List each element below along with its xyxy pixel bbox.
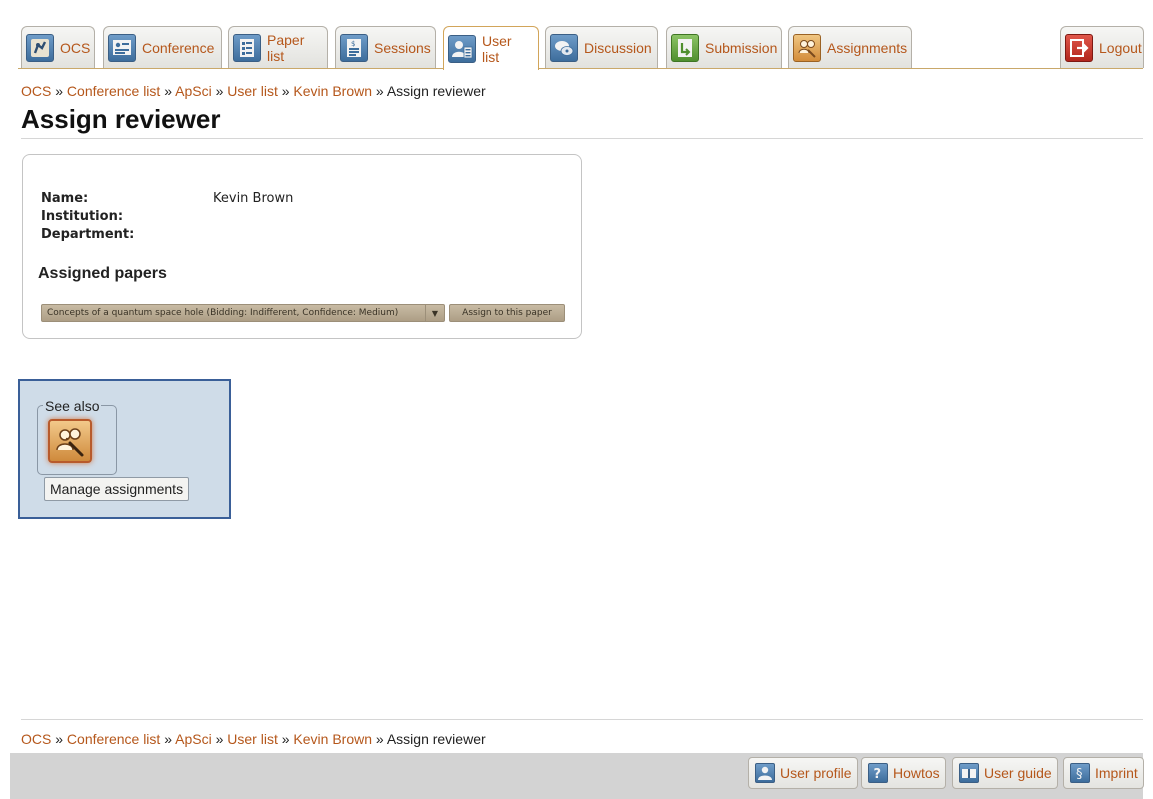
breadcrumb-separator: »: [375, 83, 384, 99]
tab-label: Paper list: [267, 31, 305, 64]
breadcrumb-link-user[interactable]: Kevin Brown: [293, 83, 372, 99]
assign-to-paper-button[interactable]: Assign to this paper: [449, 304, 565, 322]
breadcrumb-link-user-list[interactable]: User list: [227, 731, 278, 747]
assigned-papers-heading: Assigned papers: [38, 265, 167, 282]
page-title: Assign reviewer: [21, 104, 221, 134]
imprint-label: Imprint: [1095, 765, 1138, 781]
tab-paper-list[interactable]: Paper list: [228, 26, 328, 68]
ocs-logo-icon: [26, 33, 54, 62]
breadcrumb-separator: »: [55, 731, 64, 747]
breadcrumb-link-conference-list[interactable]: Conference list: [67, 731, 160, 747]
section-icon: §: [1070, 763, 1090, 783]
tab-logout[interactable]: Logout: [1060, 26, 1144, 68]
tab-label: Sessions: [374, 39, 431, 56]
name-value: Kevin Brown: [213, 191, 294, 206]
paper-select-value: Concepts of a quantum space hole (Biddin…: [47, 308, 399, 318]
submission-icon: [671, 33, 699, 62]
user-details-card: Name: Kevin Brown Institution: Departmen…: [22, 154, 582, 339]
see-also-legend: See also: [43, 398, 102, 414]
breadcrumb-separator: »: [164, 83, 172, 99]
book-icon: [959, 763, 979, 783]
breadcrumb-separator: »: [375, 731, 384, 747]
breadcrumb-current: Assign reviewer: [386, 83, 486, 99]
howtos-button[interactable]: ? Howtos: [861, 757, 946, 789]
paper-select[interactable]: Concepts of a quantum space hole (Biddin…: [41, 304, 445, 322]
tab-ocs[interactable]: OCS: [21, 26, 95, 68]
tab-discussion[interactable]: Discussion: [545, 26, 658, 68]
conference-icon: [108, 33, 136, 62]
help-icon: ?: [868, 763, 888, 783]
logout-icon: [1065, 33, 1093, 62]
breadcrumb-current: Assign reviewer: [386, 731, 486, 747]
discussion-icon: [550, 33, 578, 62]
institution-label: Institution:: [41, 209, 124, 224]
tabbar-baseline: [18, 68, 1143, 69]
footer-divider: [21, 719, 1143, 720]
breadcrumb-separator: »: [164, 731, 172, 747]
tab-label: Submission: [705, 39, 778, 56]
manage-assignments-tooltip: Manage assignments: [44, 477, 190, 501]
manage-assignments-icon[interactable]: [48, 419, 92, 463]
breadcrumb-link-user-list[interactable]: User list: [227, 83, 278, 99]
breadcrumb-link-ocs[interactable]: OCS: [21, 731, 51, 747]
breadcrumb-separator: »: [281, 731, 290, 747]
paper-list-icon: [233, 33, 261, 62]
breadcrumb: OCS » Conference list » ApSci » User lis…: [21, 83, 486, 99]
breadcrumb-separator: »: [215, 83, 224, 99]
chevron-down-icon[interactable]: ▼: [425, 305, 444, 321]
top-navigation-bar: OCS Conference Paper list $ Sessions Use…: [0, 0, 1153, 70]
sessions-icon: $: [340, 33, 368, 62]
department-label: Department:: [41, 227, 135, 242]
tab-label: Conference: [142, 39, 215, 56]
breadcrumb-link-ocs[interactable]: OCS: [21, 83, 51, 99]
breadcrumb-separator: »: [215, 731, 224, 747]
tab-label: Logout: [1099, 39, 1142, 56]
svg-text:?: ?: [874, 767, 882, 781]
breadcrumb-link-user[interactable]: Kevin Brown: [293, 731, 372, 747]
user-profile-label: User profile: [780, 765, 852, 781]
footer-bar: User profile ? Howtos User guide § Impri…: [10, 753, 1144, 799]
breadcrumb-link-apsci[interactable]: ApSci: [175, 83, 212, 99]
tab-submission[interactable]: Submission: [666, 26, 782, 68]
tab-conference[interactable]: Conference: [103, 26, 222, 68]
footer-breadcrumb: OCS » Conference list » ApSci » User lis…: [21, 731, 486, 747]
user-profile-button[interactable]: User profile: [748, 757, 858, 789]
tab-label: OCS: [60, 39, 91, 56]
assignments-icon: [793, 33, 821, 62]
breadcrumb-link-apsci[interactable]: ApSci: [175, 731, 212, 747]
howtos-label: Howtos: [893, 765, 940, 781]
title-divider: [21, 138, 1143, 139]
see-also-panel: See also Manage assignments: [18, 379, 231, 519]
breadcrumb-separator: »: [281, 83, 290, 99]
tab-label: Discussion: [584, 39, 652, 56]
user-profile-icon: [755, 763, 775, 783]
tab-label: Assignments: [827, 39, 908, 56]
svg-text:§: §: [1076, 767, 1083, 781]
user-guide-label: User guide: [984, 765, 1052, 781]
user-list-icon: [448, 34, 476, 63]
breadcrumb-link-conference-list[interactable]: Conference list: [67, 83, 160, 99]
tab-assignments[interactable]: Assignments: [788, 26, 912, 68]
breadcrumb-separator: »: [55, 83, 64, 99]
svg-text:$: $: [351, 40, 355, 48]
tab-label: User list: [482, 32, 512, 65]
tab-user-list[interactable]: User list: [443, 26, 539, 70]
tab-sessions[interactable]: $ Sessions: [335, 26, 436, 68]
imprint-button[interactable]: § Imprint: [1063, 757, 1144, 789]
user-guide-button[interactable]: User guide: [952, 757, 1058, 789]
name-label: Name:: [41, 191, 89, 206]
